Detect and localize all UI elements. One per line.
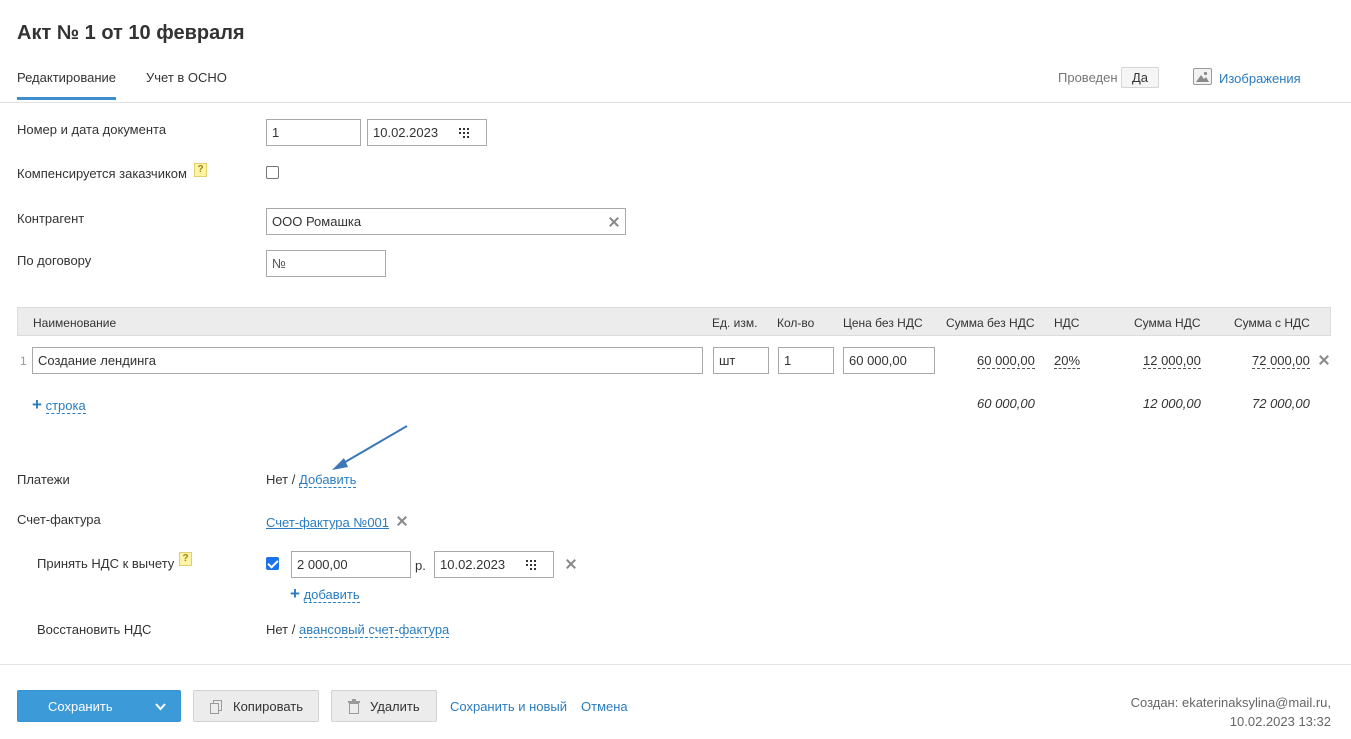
vat-restore-value: Нет / (266, 622, 296, 637)
vat-deduction-label: Принять НДС к вычету (37, 556, 175, 571)
posted-toggle[interactable]: Да (1121, 67, 1160, 88)
plus-icon: + (32, 395, 42, 414)
doc-date-input[interactable]: 10.02.2023 (367, 119, 487, 146)
counterparty-input[interactable]: ООО Ромашка (266, 208, 626, 235)
chevron-down-icon[interactable] (155, 703, 166, 711)
row-index: 1 (20, 354, 27, 368)
col-price-header: Цена без НДС (843, 316, 923, 330)
payments-value: Нет / (266, 472, 296, 487)
copy-button-label: Копировать (233, 699, 303, 714)
item-vat-sum-value[interactable]: 12 000,00 (1143, 353, 1201, 369)
delete-row-icon[interactable] (1319, 355, 1329, 365)
vat-date-input[interactable]: 10.02.2023 (434, 551, 554, 578)
created-by: Создан: ekaterinaksylina@mail.ru, (1130, 695, 1331, 710)
vat-restore-value-row: Нет / авансовый счет-фактура (266, 622, 450, 638)
copy-icon (210, 700, 222, 714)
doc-number-input[interactable]: 1 (266, 119, 361, 146)
cancel-link[interactable]: Отмена (581, 699, 628, 714)
images-link[interactable]: Изображения (1219, 71, 1301, 86)
contract-label: По договору (17, 253, 92, 268)
advance-invoice-link[interactable]: авансовый счет-фактура (299, 622, 450, 638)
item-vat-sum-text: 12 000,00 (1143, 353, 1201, 369)
currency-label: р. (415, 558, 426, 573)
payments-value-row: Нет / Добавить (266, 472, 357, 488)
page-title: Акт № 1 от 10 февраля (17, 22, 245, 44)
created-at: 10.02.2023 13:32 (1229, 714, 1331, 729)
item-vat-text: 20% (1054, 353, 1081, 369)
remove-invoice-icon[interactable] (397, 516, 407, 526)
invoice-label: Счет-фактура (17, 512, 101, 527)
compensated-label: Компенсируется заказчиком (17, 166, 187, 181)
col-unit-header: Ед. изм. (712, 316, 758, 330)
counterparty-value: ООО Ромашка (272, 214, 362, 229)
col-name-header: Наименование (33, 316, 117, 330)
delete-button-label: Удалить (370, 699, 420, 714)
col-qty-header: Кол-во (777, 316, 815, 330)
vat-date-value: 10.02.2023 (440, 557, 506, 572)
total-sum-no-vat: 60 000,00 (977, 396, 1035, 411)
save-button[interactable]: Сохранить (17, 690, 181, 722)
tab-osno[interactable]: Учет в ОСНО (146, 70, 227, 85)
save-button-label: Сохранить (48, 699, 113, 714)
item-total-text: 72 000,00 (1252, 353, 1310, 369)
add-payment-link[interactable]: Добавить (299, 472, 357, 488)
total-vat-sum: 12 000,00 (1143, 396, 1201, 411)
contract-input[interactable]: № (266, 250, 386, 277)
tab-editing[interactable]: Редактирование (17, 70, 117, 100)
tabs-divider (0, 102, 1351, 103)
compensated-checkbox[interactable] (266, 166, 279, 179)
clear-icon[interactable] (609, 217, 619, 227)
item-sum-value[interactable]: 60 000,00 (977, 353, 1035, 369)
plus-icon: + (290, 584, 300, 603)
item-price-input[interactable]: 60 000,00 (843, 347, 935, 374)
item-total-value[interactable]: 72 000,00 (1252, 353, 1310, 369)
invoice-link[interactable]: Счет-фактура №001 (266, 515, 389, 530)
add-row-label: строка (45, 398, 86, 414)
items-table-header: Наименование Ед. изм. Кол-во Цена без НД… (17, 307, 1331, 336)
item-qty-input[interactable]: 1 (778, 347, 834, 374)
item-name-input[interactable]: Создание лендинга (32, 347, 703, 374)
help-icon[interactable]: ? (194, 163, 207, 177)
vat-restore-label: Восстановить НДС (37, 622, 152, 637)
col-vat-sum-header: Сумма НДС (1134, 316, 1201, 330)
add-deduction-label: добавить (303, 587, 360, 603)
payments-label: Платежи (17, 472, 70, 487)
calendar-icon[interactable] (526, 560, 538, 570)
arrow-annotation (332, 425, 408, 470)
vat-deduction-checkbox[interactable] (266, 557, 279, 570)
calendar-icon[interactable] (459, 128, 471, 138)
item-vat-value[interactable]: 20% (1054, 353, 1081, 369)
total-with-vat: 72 000,00 (1252, 396, 1310, 411)
posted-label: Проведен (1058, 70, 1118, 85)
item-unit-input[interactable]: шт (713, 347, 769, 374)
tab-editing-label: Редактирование (17, 70, 117, 85)
delete-button[interactable]: Удалить (331, 690, 437, 722)
image-icon[interactable] (1193, 68, 1212, 85)
help-icon[interactable]: ? (179, 552, 192, 566)
tab-osno-label: Учет в ОСНО (146, 70, 227, 85)
created-info: Создан: ekaterinaksylina@mail.ru, 10.02.… (1131, 693, 1331, 731)
doc-date-value: 10.02.2023 (373, 125, 439, 140)
trash-icon (348, 699, 360, 714)
add-deduction-button[interactable]: + добавить (290, 584, 360, 603)
item-sum-text: 60 000,00 (977, 353, 1035, 369)
doc-number-label: Номер и дата документа (17, 122, 167, 137)
col-sum-header: Сумма без НДС (946, 316, 1035, 330)
vat-amount-input[interactable]: 2 000,00 (291, 551, 411, 578)
counterparty-label: Контрагент (17, 211, 85, 226)
col-total-header: Сумма с НДС (1234, 316, 1310, 330)
footer-divider (0, 664, 1351, 665)
save-and-new-link[interactable]: Сохранить и новый (450, 699, 567, 714)
col-vat-header: НДС (1054, 316, 1080, 330)
remove-deduction-icon[interactable] (566, 559, 576, 569)
add-row-button[interactable]: + строка (32, 395, 86, 414)
copy-button[interactable]: Копировать (193, 690, 319, 722)
